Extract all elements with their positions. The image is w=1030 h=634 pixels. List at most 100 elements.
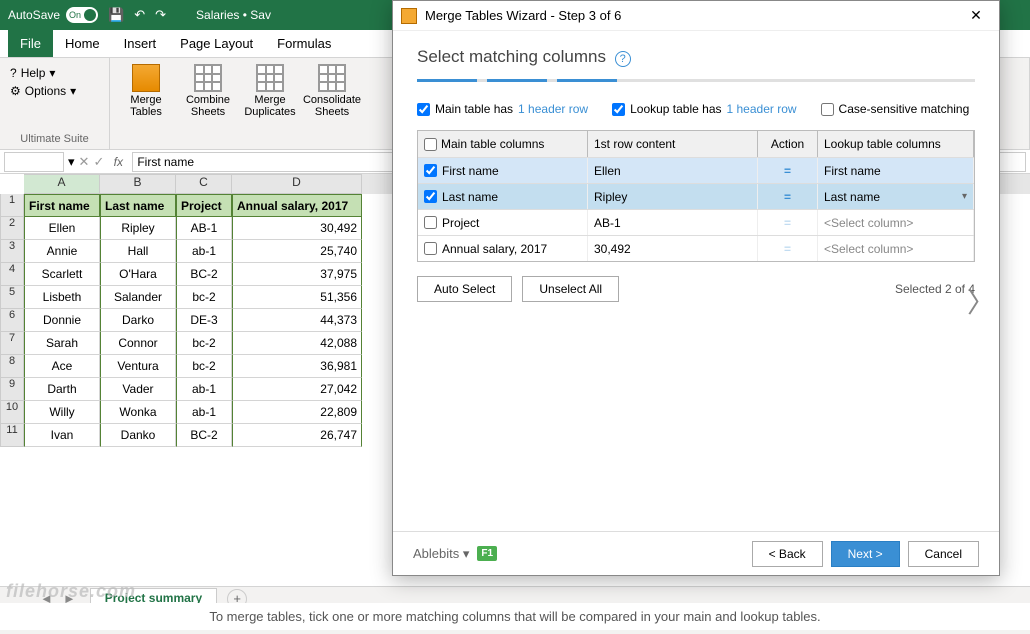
- autosave-toggle[interactable]: AutoSave On: [8, 7, 98, 23]
- match-row[interactable]: ProjectAB-1=<Select column>: [418, 209, 974, 235]
- main-header-checkbox[interactable]: Main table has 1 header row: [417, 102, 588, 116]
- cell[interactable]: Wonka: [100, 401, 176, 424]
- row-header[interactable]: 2: [0, 217, 24, 240]
- cell[interactable]: Willy: [24, 401, 100, 424]
- row-header[interactable]: 3: [0, 240, 24, 263]
- cell[interactable]: 42,088: [232, 332, 362, 355]
- match-main-cell[interactable]: Last name: [418, 184, 588, 209]
- header-cell[interactable]: Project: [176, 194, 232, 217]
- next-button[interactable]: Next >: [831, 541, 900, 567]
- cell[interactable]: Ripley: [100, 217, 176, 240]
- tab-formulas[interactable]: Formulas: [265, 30, 343, 57]
- match-row[interactable]: Last nameRipley=Last name▾: [418, 183, 974, 209]
- cell[interactable]: Darth: [24, 378, 100, 401]
- cell[interactable]: 22,809: [232, 401, 362, 424]
- toggle-on-icon[interactable]: On: [66, 7, 98, 23]
- ablebits-brand[interactable]: Ablebits ▾: [413, 546, 469, 562]
- match-main-cell[interactable]: Annual salary, 2017: [418, 236, 588, 261]
- row-header[interactable]: 11: [0, 424, 24, 447]
- cell[interactable]: 27,042: [232, 378, 362, 401]
- th-action[interactable]: Action: [758, 131, 818, 157]
- row-header[interactable]: 7: [0, 332, 24, 355]
- row-header[interactable]: 10: [0, 401, 24, 424]
- combine-sheets-button[interactable]: Combine Sheets: [178, 62, 238, 120]
- row-header[interactable]: 6: [0, 309, 24, 332]
- cell[interactable]: BC-2: [176, 263, 232, 286]
- cell[interactable]: Vader: [100, 378, 176, 401]
- auto-select-button[interactable]: Auto Select: [417, 276, 512, 302]
- undo-icon[interactable]: ↶: [134, 7, 145, 23]
- cell[interactable]: Annie: [24, 240, 100, 263]
- case-sensitive-checkbox[interactable]: Case-sensitive matching: [821, 102, 970, 116]
- close-button[interactable]: ✕: [961, 7, 991, 24]
- cell[interactable]: 44,373: [232, 309, 362, 332]
- cell[interactable]: 26,747: [232, 424, 362, 447]
- cell[interactable]: Ventura: [100, 355, 176, 378]
- header-cell[interactable]: Last name: [100, 194, 176, 217]
- next-arrow-icon[interactable]: 〉: [967, 281, 995, 321]
- merge-tables-button[interactable]: Merge Tables: [116, 62, 176, 120]
- cell[interactable]: Sarah: [24, 332, 100, 355]
- match-row[interactable]: First nameEllen=First name: [418, 157, 974, 183]
- options-button[interactable]: ⚙Options ▾: [10, 84, 99, 98]
- cell[interactable]: DE-3: [176, 309, 232, 332]
- tab-home[interactable]: Home: [53, 30, 112, 57]
- confirm-icon[interactable]: ✓: [93, 154, 104, 170]
- lookup-header-checkbox[interactable]: Lookup table has 1 header row: [612, 102, 796, 116]
- row-header[interactable]: 8: [0, 355, 24, 378]
- cell[interactable]: Lisbeth: [24, 286, 100, 309]
- cell[interactable]: 25,740: [232, 240, 362, 263]
- th-first-row[interactable]: 1st row content: [588, 131, 758, 157]
- tab-file[interactable]: File: [8, 30, 53, 57]
- th-main-columns[interactable]: Main table columns: [418, 131, 588, 157]
- f1-badge[interactable]: F1: [477, 546, 497, 561]
- redo-icon[interactable]: ↷: [155, 7, 166, 23]
- unselect-all-button[interactable]: Unselect All: [522, 276, 619, 302]
- tab-page-layout[interactable]: Page Layout: [168, 30, 265, 57]
- cell[interactable]: Darko: [100, 309, 176, 332]
- col-header-a[interactable]: A: [24, 174, 100, 194]
- row-header[interactable]: 4: [0, 263, 24, 286]
- row-header[interactable]: 9: [0, 378, 24, 401]
- main-header-link[interactable]: 1 header row: [518, 102, 588, 116]
- cancel-button[interactable]: Cancel: [908, 541, 979, 567]
- header-cell[interactable]: First name: [24, 194, 100, 217]
- cell[interactable]: bc-2: [176, 355, 232, 378]
- dropdown-icon[interactable]: ▾: [68, 154, 75, 170]
- merge-duplicates-button[interactable]: Merge Duplicates: [240, 62, 300, 120]
- cell[interactable]: Salander: [100, 286, 176, 309]
- cell[interactable]: Ivan: [24, 424, 100, 447]
- match-row[interactable]: Annual salary, 201730,492=<Select column…: [418, 235, 974, 261]
- cell[interactable]: 51,356: [232, 286, 362, 309]
- cell[interactable]: Donnie: [24, 309, 100, 332]
- col-header-b[interactable]: B: [100, 174, 176, 194]
- cell[interactable]: Connor: [100, 332, 176, 355]
- col-header-c[interactable]: C: [176, 174, 232, 194]
- cell[interactable]: 37,975: [232, 263, 362, 286]
- match-lookup-dropdown[interactable]: First name: [818, 158, 974, 183]
- cell[interactable]: bc-2: [176, 332, 232, 355]
- cell[interactable]: 30,492: [232, 217, 362, 240]
- help-button[interactable]: ?Help ▾: [10, 66, 99, 80]
- consolidate-sheets-button[interactable]: Consolidate Sheets: [302, 62, 362, 120]
- fx-icon[interactable]: fx: [108, 155, 128, 169]
- name-box[interactable]: [4, 152, 64, 172]
- cell[interactable]: 36,981: [232, 355, 362, 378]
- col-header-d[interactable]: D: [232, 174, 362, 194]
- cell[interactable]: Ace: [24, 355, 100, 378]
- lookup-header-link[interactable]: 1 header row: [727, 102, 797, 116]
- match-main-cell[interactable]: First name: [418, 158, 588, 183]
- cell[interactable]: ab-1: [176, 378, 232, 401]
- back-button[interactable]: < Back: [752, 541, 823, 567]
- cell[interactable]: AB-1: [176, 217, 232, 240]
- info-icon[interactable]: ?: [615, 51, 631, 67]
- save-icon[interactable]: 💾: [108, 7, 124, 23]
- cell[interactable]: Hall: [100, 240, 176, 263]
- row-header[interactable]: 1: [0, 194, 24, 217]
- cell[interactable]: ab-1: [176, 401, 232, 424]
- cell[interactable]: BC-2: [176, 424, 232, 447]
- header-cell[interactable]: Annual salary, 2017: [232, 194, 362, 217]
- match-lookup-dropdown[interactable]: Last name▾: [818, 184, 974, 209]
- cell[interactable]: Danko: [100, 424, 176, 447]
- cell[interactable]: Scarlett: [24, 263, 100, 286]
